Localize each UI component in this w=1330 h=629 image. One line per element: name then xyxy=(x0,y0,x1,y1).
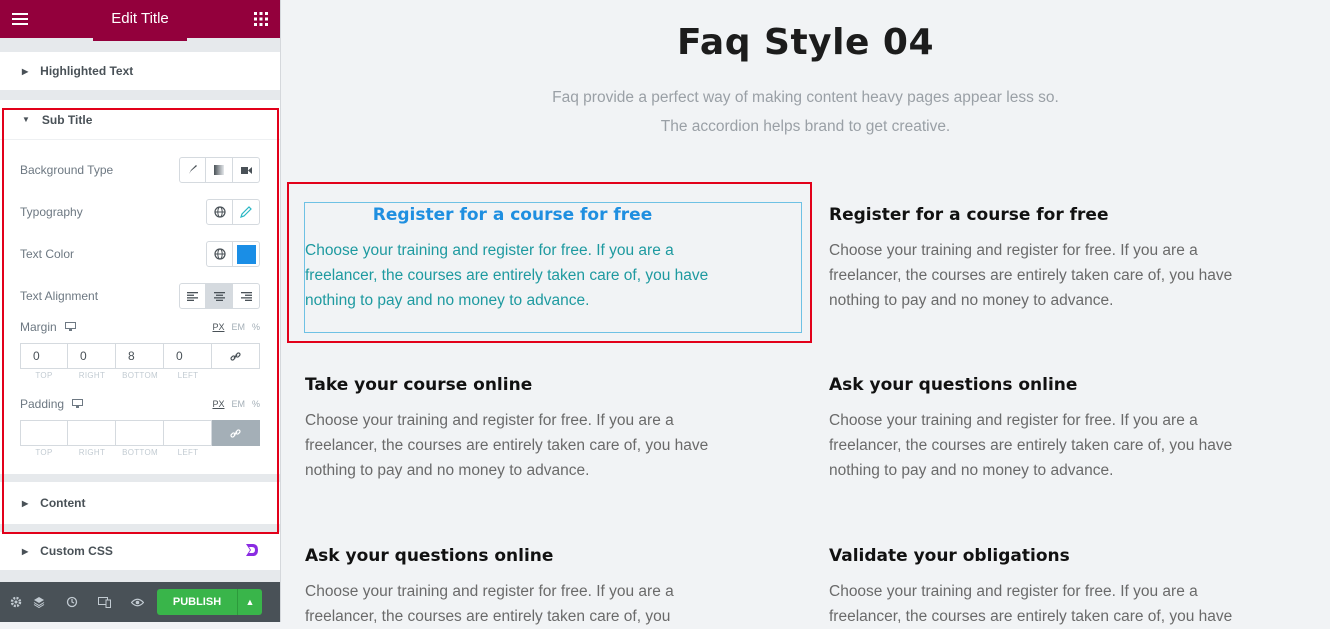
history-icon[interactable] xyxy=(55,596,88,608)
preview-eye-icon[interactable] xyxy=(121,598,154,607)
section-custom-css[interactable]: ▶ Custom CSS xyxy=(0,532,280,570)
faq-item[interactable]: Ask your questions online Choose your tr… xyxy=(829,375,1269,483)
caret-right-icon: ▶ xyxy=(22,66,29,76)
responsive-icon[interactable] xyxy=(88,596,121,608)
publish-button[interactable]: PUBLISH xyxy=(157,589,237,615)
pro-badge-icon xyxy=(244,542,260,561)
page-subtitle-line2: The accordion helps brand to get creativ… xyxy=(660,118,951,135)
faq-answer: Choose your training and register for fr… xyxy=(829,412,1233,479)
settings-gear-icon[interactable] xyxy=(10,596,22,608)
widgets-grid-icon[interactable] xyxy=(254,12,268,26)
faq-answer: Choose your training and register for fr… xyxy=(305,412,709,479)
editor-panel: Edit Title ▶ Highlighted Text ▼ Sub Titl… xyxy=(0,0,281,622)
faq-item[interactable]: Validate your obligations Choose your tr… xyxy=(829,546,1269,629)
panel-footer: PUBLISH ▲ xyxy=(0,582,280,622)
highlight-box-panel xyxy=(2,108,279,534)
faq-item-selected[interactable]: Register for a course for free Choose yo… xyxy=(305,205,745,313)
page-subtitle-line1: Faq provide a perfect way of making cont… xyxy=(552,89,1059,106)
faq-answer: Choose your training and register for fr… xyxy=(305,242,709,309)
page-canvas: Faq Style 04 Faq provide a perfect way o… xyxy=(281,0,1330,625)
active-tab-underline xyxy=(93,38,187,41)
section-label: Highlighted Text xyxy=(40,64,134,78)
faq-question: Register for a course for free xyxy=(372,205,653,225)
faq-question: Take your course online xyxy=(305,375,533,395)
faq-answer: Choose your training and register for fr… xyxy=(829,242,1233,309)
page-heading: Faq Style 04 xyxy=(676,22,935,63)
faq-question: Register for a course for free xyxy=(829,205,1109,225)
faq-item[interactable]: Register for a course for free Choose yo… xyxy=(829,205,1269,313)
layers-icon[interactable] xyxy=(22,596,55,608)
section-label: Custom CSS xyxy=(40,544,113,558)
panel-header: Edit Title xyxy=(0,0,280,41)
panel-title: Edit Title xyxy=(111,10,169,27)
faq-question: Ask your questions online xyxy=(305,546,554,566)
caret-right-icon: ▶ xyxy=(22,546,29,556)
faq-item[interactable]: Take your course online Choose your trai… xyxy=(305,375,745,483)
faq-item[interactable]: Ask your questions online Choose your tr… xyxy=(305,546,745,629)
faq-question: Validate your obligations xyxy=(829,546,1070,566)
section-highlighted-text[interactable]: ▶ Highlighted Text xyxy=(0,52,280,90)
publish-options-caret-icon[interactable]: ▲ xyxy=(237,589,262,615)
faq-question: Ask your questions online xyxy=(829,375,1078,395)
